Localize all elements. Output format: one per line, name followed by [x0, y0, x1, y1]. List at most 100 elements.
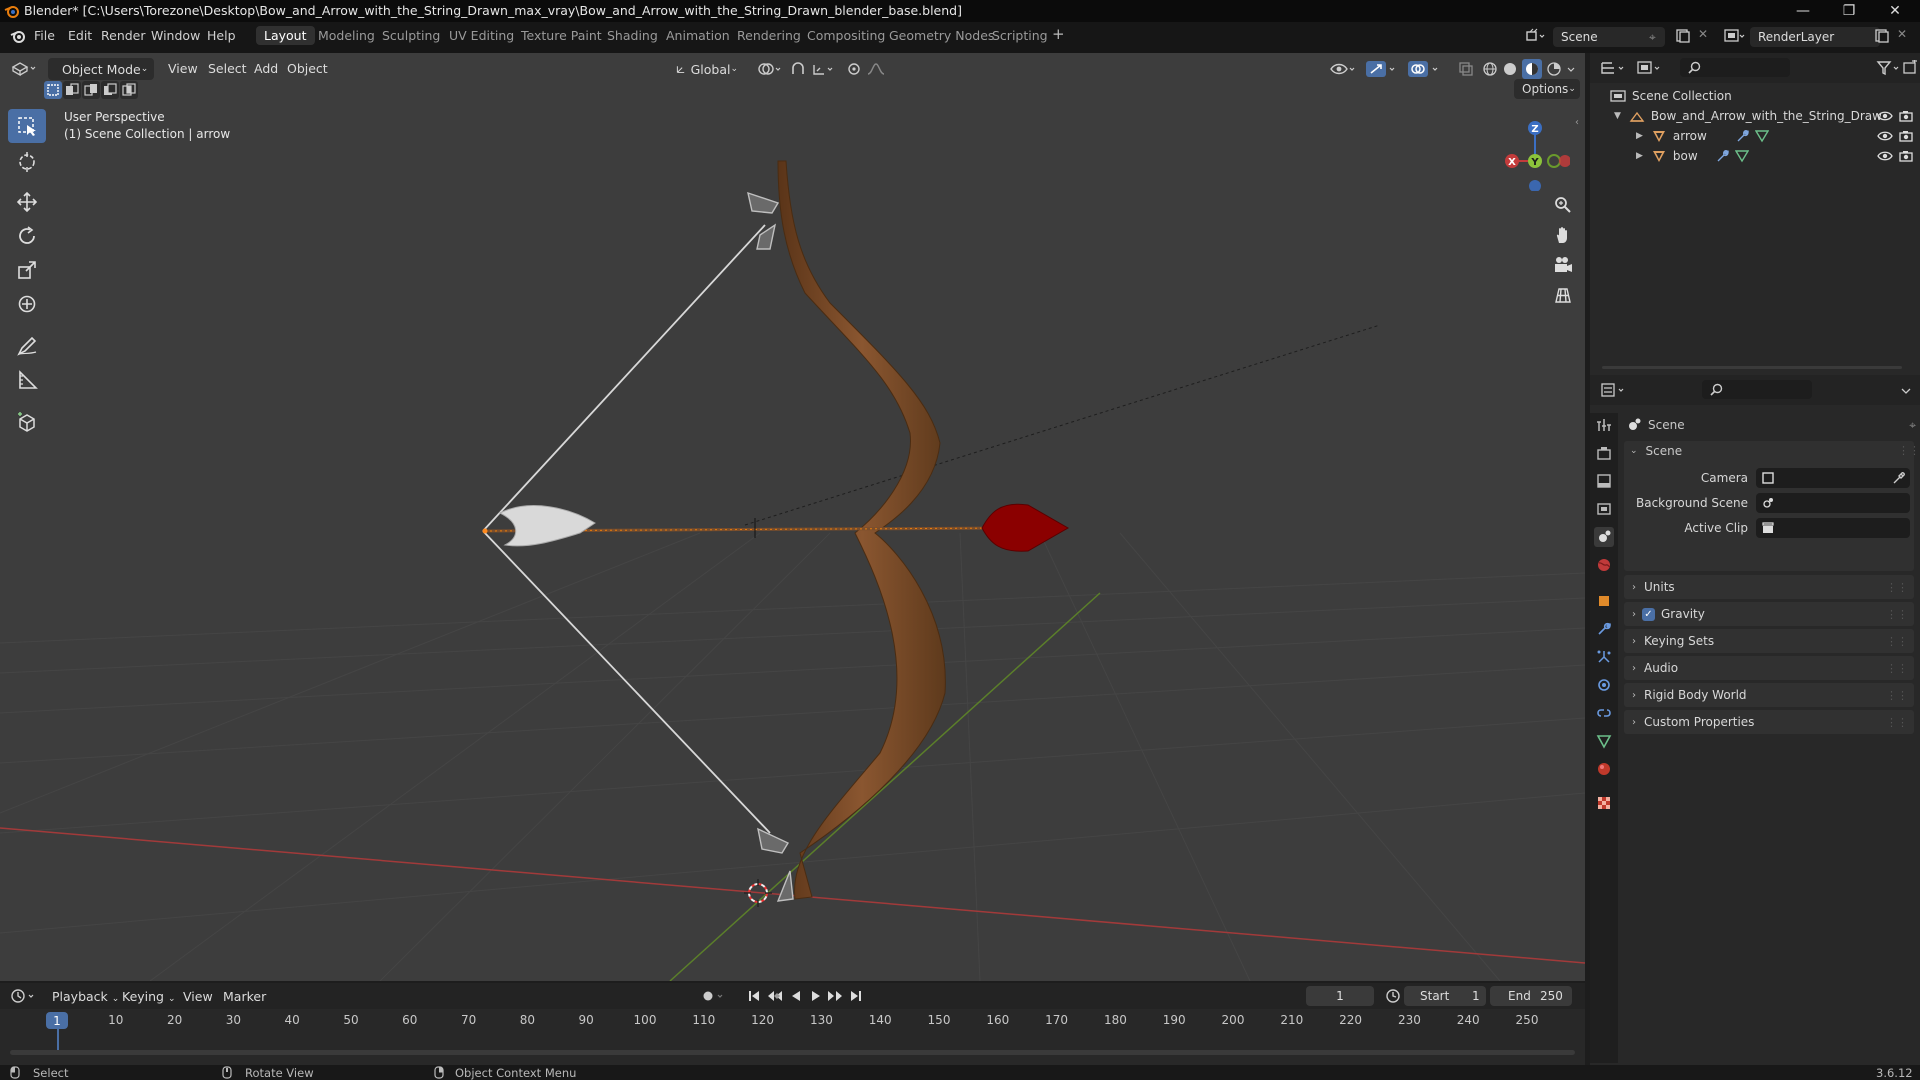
- timeline-menu-playback[interactable]: Playback ⌄: [52, 989, 119, 1004]
- visibility-eye-icon[interactable]: [1877, 109, 1893, 123]
- timeline-menu-view[interactable]: View: [183, 989, 213, 1004]
- camera-view-button[interactable]: [1546, 251, 1580, 279]
- viewport-scene[interactable]: [0, 53, 1585, 981]
- tab-compositing[interactable]: Compositing: [807, 28, 885, 43]
- zoom-view-button[interactable]: [1546, 191, 1580, 219]
- pivot-point-icon[interactable]: [756, 61, 784, 77]
- drag-handle-icon[interactable]: ⋮⋮: [1886, 608, 1908, 621]
- menu-file[interactable]: File: [34, 28, 55, 43]
- viewport-menu-add[interactable]: Add: [254, 61, 278, 76]
- gravity-checkbox[interactable]: ✓: [1642, 607, 1655, 621]
- panel-units[interactable]: › Units ⋮⋮: [1624, 575, 1914, 599]
- tab-material[interactable]: [1594, 759, 1614, 779]
- timeline-ruler[interactable]: 1 10 20 30 40 50 60 70 80 90 100 110 120 130 140 150 16…: [0, 1009, 1585, 1031]
- render-layer-field[interactable]: RenderLayer: [1750, 27, 1880, 47]
- visibility-eye-icon[interactable]: [1877, 129, 1893, 143]
- outliner-row-scene-collection[interactable]: Scene Collection: [1590, 86, 1920, 106]
- tab-physics[interactable]: [1594, 675, 1614, 695]
- drag-handle-icon[interactable]: ⋮⋮: [1898, 444, 1920, 457]
- mode-dropdown[interactable]: Object Mode ⌄: [48, 58, 154, 80]
- scene-panel-header[interactable]: ⌄ Scene: [1630, 444, 1682, 458]
- select-difference-icon[interactable]: [101, 81, 119, 99]
- eyedropper-icon[interactable]: [1892, 471, 1906, 485]
- active-clip-field[interactable]: [1756, 518, 1910, 538]
- tab-constraints[interactable]: [1594, 703, 1614, 723]
- tab-view-layer[interactable]: [1594, 499, 1614, 519]
- tab-modeling[interactable]: Modeling: [318, 28, 375, 43]
- tab-rendering[interactable]: Rendering: [737, 28, 801, 43]
- tab-world[interactable]: [1594, 555, 1614, 575]
- pin-icon[interactable]: ⌖: [1909, 418, 1916, 433]
- transform-orientation-dropdown[interactable]: Global ⌄: [668, 58, 746, 80]
- timeline-scrollbar[interactable]: [10, 1050, 1575, 1055]
- camera-field[interactable]: [1756, 468, 1910, 488]
- outliner-row-arrow[interactable]: ▶ arrow: [1590, 126, 1920, 146]
- menu-render[interactable]: Render: [101, 28, 146, 43]
- proportional-editing-icon[interactable]: [846, 61, 890, 77]
- select-intersect-icon[interactable]: [120, 81, 138, 99]
- drag-handle-icon[interactable]: ⋮⋮: [1886, 662, 1908, 675]
- sidebar-toggle-chevron-icon[interactable]: ‹: [1575, 117, 1579, 128]
- tool-move[interactable]: [8, 185, 46, 219]
- tab-object-data[interactable]: [1594, 731, 1614, 751]
- panel-custom-properties[interactable]: › Custom Properties ⋮⋮: [1624, 710, 1914, 734]
- navigation-gizmo[interactable]: Z X Y: [1490, 111, 1570, 191]
- viewport-menu-view[interactable]: View: [168, 61, 198, 76]
- drag-handle-icon[interactable]: ⋮⋮: [1886, 581, 1908, 594]
- timeline-editor-type-icon[interactable]: [10, 988, 38, 1004]
- drag-handle-icon[interactable]: ⋮⋮: [1886, 689, 1908, 702]
- jump-keyframe-back-icon[interactable]: [766, 988, 784, 1004]
- tab-render[interactable]: [1594, 443, 1614, 463]
- viewport-menu-object[interactable]: Object: [287, 61, 328, 76]
- filter-icon[interactable]: [1876, 60, 1904, 76]
- maximize-button[interactable]: ❐: [1826, 0, 1872, 22]
- tab-texture-paint[interactable]: Texture Paint: [521, 28, 602, 43]
- jump-start-icon[interactable]: [746, 988, 762, 1004]
- menu-window[interactable]: Window: [151, 28, 200, 43]
- snap-icon[interactable]: [790, 61, 838, 77]
- new-view-layer-icon[interactable]: [1874, 28, 1890, 44]
- tool-cursor[interactable]: [8, 145, 46, 179]
- toggle-projection-button[interactable]: [1546, 281, 1580, 309]
- tool-measure[interactable]: [8, 363, 46, 397]
- pan-view-button[interactable]: [1546, 221, 1580, 249]
- render-camera-icon[interactable]: [1898, 109, 1914, 123]
- shading-material-icon[interactable]: [1522, 59, 1542, 79]
- panel-keying-sets[interactable]: › Keying Sets ⋮⋮: [1624, 629, 1914, 653]
- display-mode-icon[interactable]: [1636, 60, 1664, 76]
- auto-keying-icon[interactable]: [700, 988, 728, 1004]
- shading-rendered-icon[interactable]: [1546, 61, 1562, 77]
- menu-edit[interactable]: Edit: [68, 28, 92, 43]
- tab-sculpting[interactable]: Sculpting: [382, 28, 440, 43]
- playhead-frame-badge[interactable]: 1: [46, 1012, 68, 1029]
- current-frame-field[interactable]: 1: [1306, 986, 1374, 1006]
- tab-texture[interactable]: [1594, 793, 1614, 813]
- overlays-toggle-icon[interactable]: [1408, 61, 1442, 77]
- view-layer-icon[interactable]: [1724, 28, 1746, 44]
- minimize-button[interactable]: —: [1780, 0, 1826, 22]
- scene-selector-icon[interactable]: [1526, 28, 1546, 44]
- options-dropdown[interactable]: Options ⌄: [1514, 79, 1580, 99]
- tab-output[interactable]: [1594, 471, 1614, 491]
- menu-help[interactable]: Help: [207, 28, 236, 43]
- end-frame-field[interactable]: End 250: [1490, 986, 1572, 1006]
- outliner-row-collection[interactable]: ▼ Bow_and_Arrow_with_the_String_Drawn: [1590, 106, 1920, 126]
- play-icon[interactable]: [808, 988, 824, 1004]
- jump-end-icon[interactable]: [848, 988, 864, 1004]
- viewport-menu-select[interactable]: Select: [208, 61, 247, 76]
- select-extend-icon[interactable]: [63, 81, 81, 99]
- new-collection-icon[interactable]: [1902, 60, 1918, 76]
- gizmo-toggle-icon[interactable]: [1366, 61, 1398, 77]
- tab-geometry-nodes[interactable]: Geometry Nodes: [889, 28, 994, 43]
- delete-scene-icon[interactable]: ✕: [1698, 27, 1708, 41]
- tool-annotate[interactable]: [8, 329, 46, 363]
- tab-object[interactable]: [1594, 591, 1614, 611]
- tab-modifiers[interactable]: [1594, 619, 1614, 639]
- background-scene-field[interactable]: [1756, 493, 1910, 513]
- jump-keyframe-forward-icon[interactable]: [826, 988, 844, 1004]
- properties-editor-type-icon[interactable]: [1600, 382, 1628, 398]
- shading-options-chevron-icon[interactable]: [1566, 61, 1576, 77]
- properties-options-chevron-icon[interactable]: [1900, 382, 1912, 398]
- outliner-editor-type-icon[interactable]: [1600, 60, 1628, 76]
- visibility-filter-icon[interactable]: [1330, 61, 1356, 77]
